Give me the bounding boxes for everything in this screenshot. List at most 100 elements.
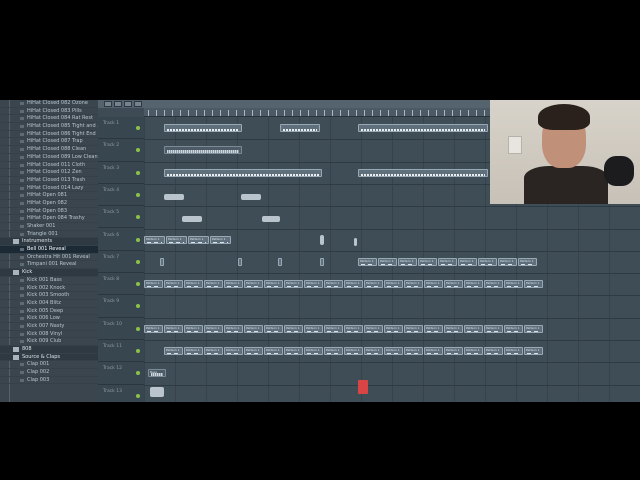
track-header[interactable]: Track 3 bbox=[98, 162, 144, 184]
playlist-clip[interactable]: Pattern 1 bbox=[184, 347, 203, 355]
playlist-clip[interactable]: Pattern 1 bbox=[424, 324, 443, 333]
browser-file[interactable]: Kick 008 Vinyl bbox=[0, 331, 98, 339]
playlist-clip[interactable]: Pattern 1 bbox=[484, 324, 503, 333]
browser-file[interactable]: HiHat Closed 082 Ozone bbox=[0, 100, 98, 108]
playlist-clip[interactable]: Pattern 1 bbox=[484, 280, 503, 289]
track-header[interactable]: Track 1 bbox=[98, 117, 144, 140]
playlist-clip[interactable]: Pattern 1 bbox=[210, 235, 231, 244]
playlist-clip[interactable]: Pattern 1 bbox=[184, 280, 203, 289]
playlist-clip[interactable]: Pattern 1 bbox=[188, 235, 209, 244]
playlist-clip[interactable]: Pattern 1 bbox=[424, 280, 443, 289]
audio-blob[interactable] bbox=[262, 216, 280, 222]
playlist-clip[interactable]: Pattern 1 bbox=[164, 324, 183, 333]
playlist-clip[interactable]: Pattern 1 bbox=[144, 235, 165, 244]
playlist-clip[interactable]: Pattern 1 bbox=[378, 257, 397, 266]
track-header[interactable]: Track 5 bbox=[98, 206, 144, 229]
playlist-clip[interactable]: Pattern 1 bbox=[498, 257, 517, 266]
playlist-clip[interactable]: Pattern 1 bbox=[504, 324, 523, 333]
playlist-clip[interactable]: Pattern 1 bbox=[438, 257, 457, 266]
playlist-clip[interactable] bbox=[278, 257, 282, 266]
playlist-clip[interactable]: Pattern 1 bbox=[518, 257, 537, 266]
browser-file[interactable]: HiHat Closed 088 Clean bbox=[0, 146, 98, 154]
browser-file[interactable]: Kick 001 Bass bbox=[0, 277, 98, 285]
playlist-clip[interactable] bbox=[160, 257, 164, 266]
browser-folder[interactable]: Source & Claps bbox=[0, 353, 98, 362]
browser-file[interactable]: Kick 003 Smooth bbox=[0, 292, 98, 300]
selected-clip-marker[interactable] bbox=[358, 380, 368, 394]
playlist-clip[interactable]: Pattern 1 bbox=[464, 347, 483, 355]
browser-file[interactable]: HiHat Closed 087 Trap bbox=[0, 138, 98, 147]
toolbar-icon[interactable] bbox=[134, 101, 142, 107]
playlist-clip[interactable]: Pattern 1 bbox=[384, 280, 403, 289]
playlist-clip[interactable] bbox=[358, 124, 488, 132]
playlist-clip[interactable] bbox=[320, 257, 324, 266]
playlist-clip[interactable]: Pattern 1 bbox=[404, 347, 423, 355]
browser-file[interactable]: HiHat Open 082 bbox=[0, 200, 98, 208]
playlist-clip[interactable]: Pattern 1 bbox=[418, 257, 437, 266]
playlist-clip[interactable]: Pattern 1 bbox=[144, 280, 163, 289]
browser-file[interactable]: HiHat Closed 085 Tight and ... bbox=[0, 123, 98, 131]
playlist-clip[interactable]: Pattern 1 bbox=[344, 347, 363, 355]
browser-file[interactable]: HiHat Open 084 Trashy bbox=[0, 215, 98, 223]
playlist-clip[interactable]: Pattern 1 bbox=[344, 280, 363, 289]
playlist-clip[interactable]: Pattern 1 bbox=[524, 347, 543, 355]
playlist-clip[interactable]: Pattern 1 bbox=[384, 347, 403, 355]
playlist-clip[interactable]: Pattern 1 bbox=[304, 280, 323, 289]
playlist-clip[interactable]: Pattern 1 bbox=[384, 324, 403, 333]
playlist-clip[interactable]: Pattern 1 bbox=[324, 280, 343, 289]
browser-file[interactable]: HiHat Open 081 bbox=[0, 192, 98, 200]
browser-file[interactable]: Orchestra Hit 001 Reveal bbox=[0, 254, 98, 262]
browser-file[interactable]: HiHat Open 083 bbox=[0, 208, 98, 216]
browser-file[interactable]: Kick 007 Nasty bbox=[0, 323, 98, 331]
browser-file[interactable]: Kick 005 Deep bbox=[0, 308, 98, 316]
playlist-clip[interactable]: Pattern 1 bbox=[324, 324, 343, 333]
playlist-clip[interactable] bbox=[238, 257, 242, 266]
pattern-marker[interactable] bbox=[354, 238, 357, 246]
audio-blob[interactable] bbox=[150, 387, 164, 397]
track-header[interactable]: Track 2 bbox=[98, 139, 144, 162]
playlist-clip[interactable]: Pattern 1 bbox=[264, 347, 283, 355]
playlist-clip[interactable]: Pattern 1 bbox=[164, 347, 183, 355]
playlist-clip[interactable]: Pattern 1 bbox=[444, 280, 463, 289]
playlist-clip[interactable]: Pattern 1 bbox=[204, 280, 223, 289]
playlist-clip[interactable]: Pattern 1 bbox=[358, 257, 377, 266]
playlist-clip[interactable]: Pattern 1 bbox=[524, 324, 543, 333]
playlist-clip[interactable]: Pattern 1 bbox=[444, 324, 463, 333]
playlist-clip[interactable]: Pattern 1 bbox=[364, 347, 383, 355]
browser-folder[interactable]: 808 bbox=[0, 346, 98, 354]
browser-file[interactable]: Bell 001 Reveal bbox=[0, 246, 98, 254]
playlist-clip[interactable]: Pattern 1 bbox=[464, 324, 483, 333]
browser-file[interactable]: HiHat Closed 011 Cloth bbox=[0, 162, 98, 170]
playlist-clip[interactable]: Pattern 1 bbox=[324, 347, 343, 355]
playlist-clip[interactable]: Pattern 1 bbox=[224, 324, 243, 333]
playlist-clip[interactable]: Pattern 1 bbox=[224, 347, 243, 355]
track-header[interactable]: Track 4 bbox=[98, 184, 144, 207]
playlist-clip[interactable]: Pattern 1 bbox=[244, 280, 263, 289]
browser-file[interactable]: Clap 001 bbox=[0, 361, 98, 370]
browser-file[interactable]: Clap 002 bbox=[0, 369, 98, 377]
playlist-clip[interactable]: Pattern 1 bbox=[164, 280, 183, 289]
playlist-clip[interactable]: Pattern 1 bbox=[458, 257, 477, 266]
browser-file[interactable]: HiHat Closed 083 Pills bbox=[0, 108, 98, 116]
track-header[interactable]: Track 8 bbox=[98, 273, 144, 296]
browser-folder[interactable]: Kick bbox=[0, 269, 98, 277]
playlist-clip[interactable] bbox=[164, 146, 242, 155]
audio-blob[interactable] bbox=[182, 216, 202, 222]
toolbar-icon[interactable] bbox=[124, 101, 132, 107]
playlist-clip[interactable]: Pattern 1 bbox=[284, 347, 303, 355]
playlist-clip[interactable]: Pattern 1 bbox=[144, 324, 163, 333]
toolbar-icon[interactable] bbox=[104, 101, 112, 107]
playlist-clip[interactable]: Pattern 1 bbox=[304, 347, 323, 355]
playlist-clip[interactable]: Pattern 1 bbox=[484, 347, 503, 355]
browser-file[interactable]: HiHat Closed 086 Tight End bbox=[0, 131, 98, 139]
playlist-clip[interactable]: Pattern 1 bbox=[404, 280, 423, 289]
browser-file[interactable]: HiHat Closed 084 Rat Rest bbox=[0, 115, 98, 124]
playlist-clip[interactable]: Pattern 1 bbox=[284, 280, 303, 289]
playlist-clip[interactable]: Pattern 1 bbox=[184, 324, 203, 333]
playlist-clip[interactable] bbox=[358, 168, 488, 177]
browser-file[interactable]: Clap 003 bbox=[0, 377, 98, 385]
playlist-clip[interactable]: Pattern 1 bbox=[284, 324, 303, 333]
playlist-clip[interactable]: Pattern 1 bbox=[224, 280, 243, 289]
playlist-clip[interactable]: Pattern 1 bbox=[344, 324, 363, 333]
audio-blob[interactable] bbox=[164, 194, 184, 200]
